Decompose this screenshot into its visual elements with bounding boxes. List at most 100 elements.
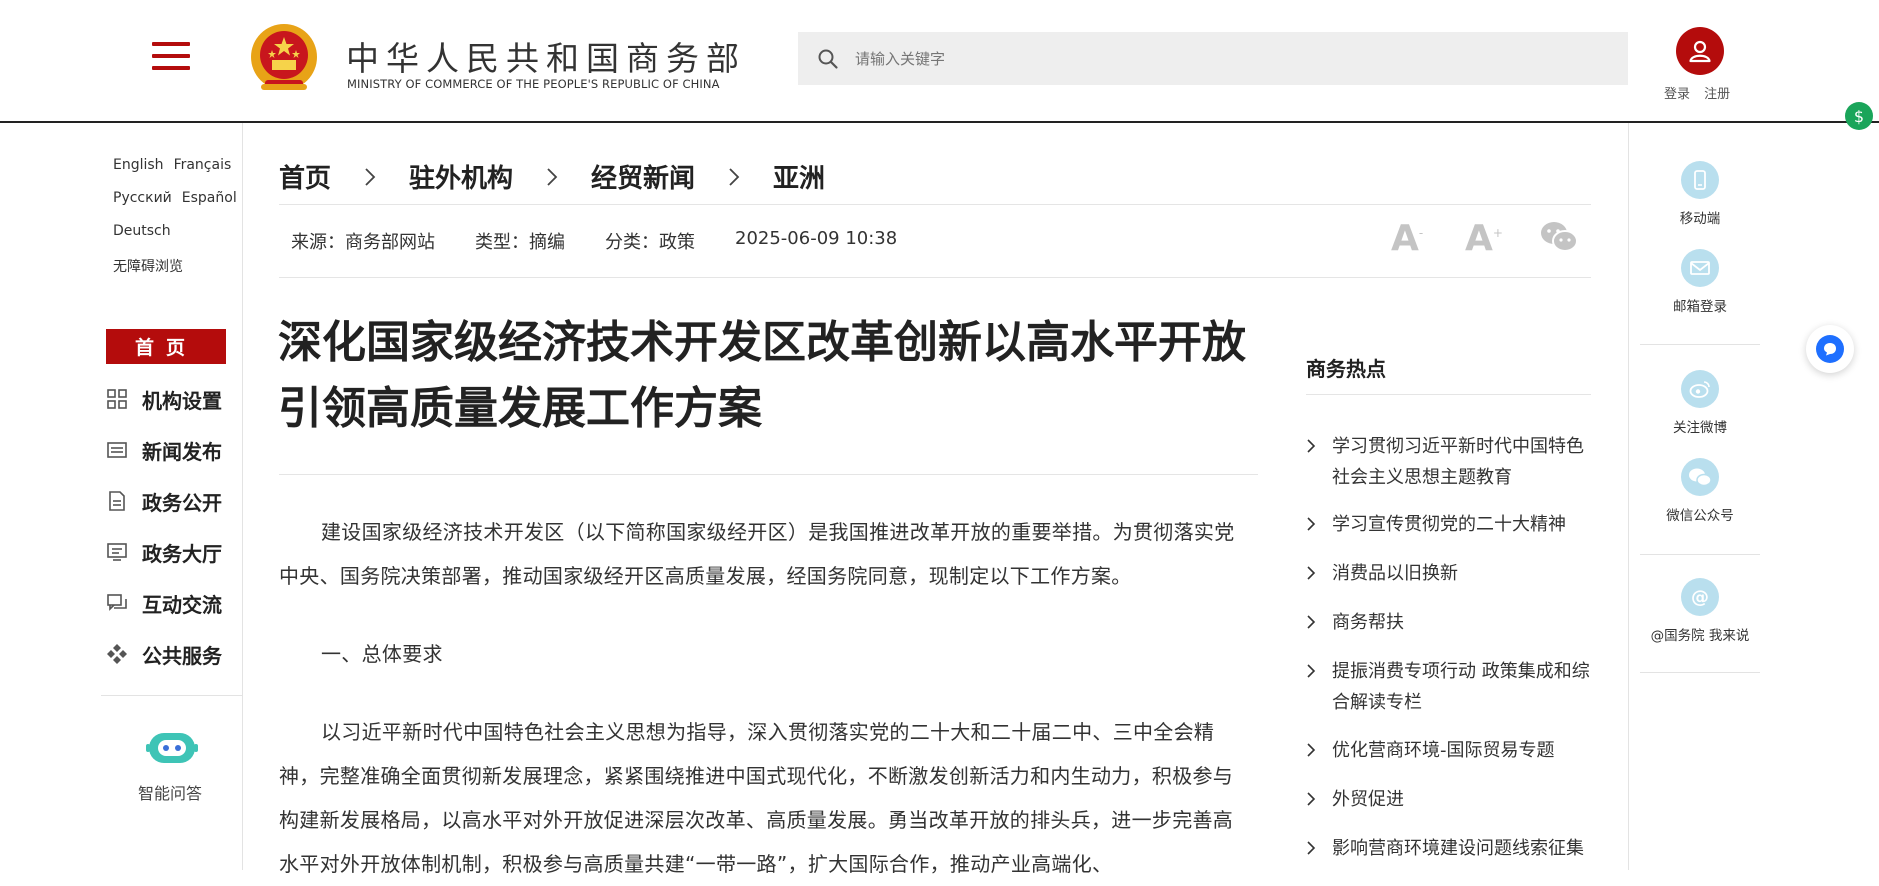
sidebar-item-news[interactable]: 新闻发布 xyxy=(106,435,222,465)
breadcrumb-asia[interactable]: 亚洲 xyxy=(773,158,825,195)
font-increase-button[interactable]: A+ xyxy=(1465,218,1503,259)
search-icon[interactable] xyxy=(817,48,839,70)
chevron-right-icon xyxy=(547,167,558,186)
font-decrease-glyph: A xyxy=(1391,218,1419,259)
hot-topic-item[interactable]: 学习宣传贯彻党的二十大精神 xyxy=(1306,509,1596,540)
chat-icon xyxy=(107,594,127,611)
mail-login-label: 邮箱登录 xyxy=(1673,299,1727,315)
hot-topic-item[interactable]: 提振消费专项行动 政策集成和综合解读专栏 xyxy=(1306,656,1596,718)
site-header: 中华人民共和国商务部 MINISTRY OF COMMERCE OF THE P… xyxy=(0,0,1879,123)
news-icon xyxy=(107,442,127,458)
hot-topic-item[interactable]: 外贸促进 xyxy=(1306,784,1596,815)
mobile-button[interactable]: 移动端 xyxy=(1640,161,1760,227)
hot-topic-item[interactable]: 影响营商环境建设问题线索征集 xyxy=(1306,833,1596,864)
chevron-right-icon xyxy=(1307,664,1316,678)
lang-english[interactable]: English xyxy=(113,157,164,173)
weibo-button[interactable]: 关注微博 xyxy=(1640,370,1760,436)
left-sidebar: English Français Русский Español Deutsch 无… xyxy=(101,123,243,870)
sidebar-item-label: 公共服务 xyxy=(142,643,222,668)
sidebar-item-public-service[interactable]: 公共服务 xyxy=(106,639,222,669)
mail-login-button[interactable]: 邮箱登录 xyxy=(1640,249,1760,315)
assistant-label[interactable]: 智能问答 xyxy=(138,780,202,804)
lang-french[interactable]: Français xyxy=(174,157,232,173)
sidebar-item-label: 机构设置 xyxy=(142,388,222,413)
chat-bubble-icon xyxy=(1816,335,1844,363)
service-icon xyxy=(107,644,127,664)
login-links: 登录 注册 xyxy=(1664,83,1740,102)
font-decrease-button[interactable]: A- xyxy=(1391,218,1423,259)
article-paragraph: 以习近平新时代中国特色社会主义思想为指导，深入贯彻落实党的二十大和二十届二中、三… xyxy=(279,720,1234,876)
sidebar-home-button[interactable]: 首页 xyxy=(106,329,226,364)
title-divider xyxy=(279,474,1258,475)
sidebar-item-open-affairs[interactable]: 政务公开 xyxy=(106,486,222,516)
article-paragraph: 建设国家级经济技术开发区（以下简称国家级经开区）是我国推进改革开放的重要举措。为… xyxy=(279,520,1235,588)
lang-spanish[interactable]: Español xyxy=(182,190,237,206)
robot-assistant-icon[interactable] xyxy=(145,727,199,767)
chevron-right-icon xyxy=(1307,439,1316,453)
wechat-official-label: 微信公众号 xyxy=(1666,508,1734,524)
menu-icon[interactable] xyxy=(152,42,190,70)
meta-divider xyxy=(279,277,1591,278)
hot-topic-item[interactable]: 优化营商环境-国际贸易专题 xyxy=(1306,735,1596,766)
rail-divider xyxy=(1640,554,1760,555)
lang-russian[interactable]: Русский xyxy=(113,190,172,206)
hot-topic-label: 优化营商环境-国际贸易专题 xyxy=(1332,740,1555,761)
article-section-heading: 一、总体要求 xyxy=(321,642,443,666)
float-chat-button[interactable] xyxy=(1806,325,1854,373)
breadcrumb-trade-news[interactable]: 经贸新闻 xyxy=(591,158,695,195)
mobile-label: 移动端 xyxy=(1679,211,1721,227)
wechat-icon xyxy=(1681,458,1719,496)
meta-type: 类型：摘编 xyxy=(475,232,565,253)
sidebar-divider xyxy=(101,695,243,696)
wechat-share-icon[interactable] xyxy=(1539,220,1579,254)
site-title-cn: 中华人民共和国商务部 xyxy=(346,39,746,78)
register-link[interactable]: 注册 xyxy=(1704,87,1730,102)
article-meta: 来源：商务部网站 类型：摘编 分类：政策 2025-06-09 10:38 xyxy=(291,228,937,254)
hot-topics-divider xyxy=(1306,394,1591,395)
chevron-right-icon xyxy=(1307,615,1316,629)
sidebar-item-interaction[interactable]: 互动交流 xyxy=(106,588,222,618)
national-emblem-icon xyxy=(251,24,317,90)
login-link[interactable]: 登录 xyxy=(1664,87,1690,102)
hot-topic-label: 提振消费专项行动 政策集成和综合解读专栏 xyxy=(1332,661,1590,713)
accessibility-link[interactable]: 无障碍浏览 xyxy=(113,259,183,275)
breadcrumb-overseas[interactable]: 驻外机构 xyxy=(409,158,513,195)
hot-topic-label: 学习宣传贯彻党的二十大精神 xyxy=(1332,514,1566,535)
hot-topic-item[interactable]: 消费品以旧换新 xyxy=(1306,558,1596,589)
breadcrumb: 首页 驻外机构 经贸新闻 亚洲 xyxy=(279,158,825,195)
font-decrease-sign: - xyxy=(1418,226,1424,240)
sidebar-item-label: 新闻发布 xyxy=(142,439,222,464)
language-row-3: Deutsch xyxy=(113,223,181,239)
hot-topic-label: 影响营商环境建设问题线索征集 xyxy=(1332,838,1584,859)
state-council-button[interactable]: @ @国务院 我来说 xyxy=(1640,578,1760,644)
user-avatar-button[interactable] xyxy=(1676,27,1724,75)
sidebar-item-organization[interactable]: 机构设置 xyxy=(106,384,222,414)
mobile-icon xyxy=(1681,161,1719,199)
lang-german[interactable]: Deutsch xyxy=(113,223,171,239)
float-assistant-icon[interactable]: $ xyxy=(1845,102,1873,130)
weibo-label: 关注微博 xyxy=(1673,420,1727,436)
article-title: 深化国家级经济技术开发区改革创新以高水平开放 引领高质量发展工作方案 xyxy=(278,310,1258,442)
language-row-4: 无障碍浏览 xyxy=(113,256,193,276)
sidebar-item-label: 互动交流 xyxy=(142,592,222,617)
hot-topic-label: 学习贯彻习近平新时代中国特色社会主义思想主题教育 xyxy=(1332,436,1584,488)
meta-category: 分类：政策 xyxy=(605,232,695,253)
user-icon xyxy=(1689,40,1711,63)
weibo-icon xyxy=(1681,370,1719,408)
mail-icon xyxy=(1681,249,1719,287)
at-icon: @ xyxy=(1681,578,1719,616)
search-bar[interactable] xyxy=(798,32,1628,85)
hot-topic-item[interactable]: 学习贯彻习近平新时代中国特色社会主义思想主题教育 xyxy=(1306,431,1596,493)
search-input[interactable] xyxy=(853,48,1553,69)
breadcrumb-divider xyxy=(279,204,1591,205)
site-title-en: MINISTRY OF COMMERCE OF THE PEOPLE'S REP… xyxy=(347,77,720,91)
sidebar-item-service-hall[interactable]: 政务大厅 xyxy=(106,537,222,567)
chevron-right-icon xyxy=(365,167,376,186)
sidebar-item-label: 政务公开 xyxy=(142,490,222,515)
breadcrumb-home[interactable]: 首页 xyxy=(279,158,331,195)
chevron-right-icon xyxy=(1307,792,1316,806)
hot-topic-item[interactable]: 商务帮扶 xyxy=(1306,607,1596,638)
org-grid-icon xyxy=(107,389,127,409)
wechat-official-button[interactable]: 微信公众号 xyxy=(1640,458,1760,524)
sidebar-item-label: 政务大厅 xyxy=(142,541,222,566)
